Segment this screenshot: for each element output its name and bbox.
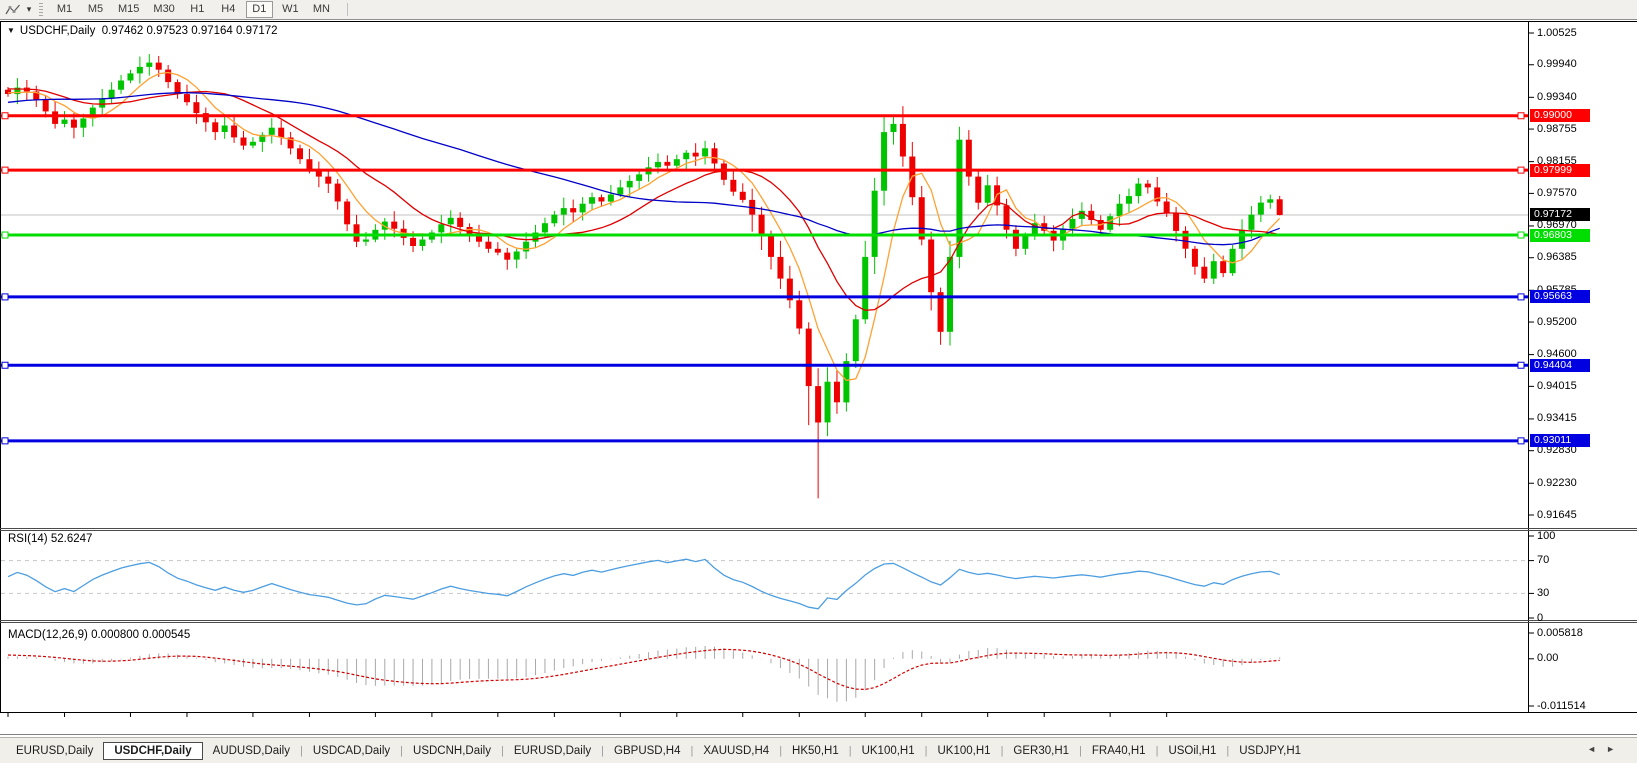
rsi-axis-label: 100	[1537, 529, 1556, 542]
price-line-badge: 0.95663	[1530, 290, 1590, 304]
chart-tab-fra40-h1[interactable]: FRA40,H1	[1082, 742, 1156, 760]
rsi-line	[7, 558, 1280, 610]
timeframe-button-m30[interactable]: M30	[148, 1, 179, 18]
hline-handle[interactable]	[1, 437, 9, 445]
chart-tab-ger30-h1[interactable]: GER30,H1	[1003, 742, 1079, 760]
chart-title: ▼ USDCHF,Daily 0.97462 0.97523 0.97164 0.…	[7, 25, 278, 37]
macd-histogram	[7, 646, 1281, 702]
price-axis-label: 0.98755	[1537, 122, 1577, 135]
timeframe-button-m15[interactable]: M15	[113, 1, 144, 18]
timeframe-button-m1[interactable]: M1	[51, 1, 78, 18]
macd-values: 0.000800 0.000545	[91, 629, 191, 641]
macd-axis-label: -0.011514	[1537, 699, 1586, 712]
timeframe-button-mn[interactable]: MN	[308, 1, 335, 18]
chart-tab-usdcad-daily[interactable]: USDCAD,Daily	[303, 742, 400, 760]
chart-tab-gbpusd-h4[interactable]: GBPUSD,H4	[604, 742, 690, 760]
timeframe-button-h4[interactable]: H4	[215, 1, 242, 18]
timeframe-button-d1[interactable]: D1	[245, 1, 273, 18]
price-axis-label: 0.94015	[1537, 379, 1577, 392]
hline-handle[interactable]	[1517, 231, 1525, 239]
hline-handle[interactable]	[1, 166, 9, 174]
hline-handle[interactable]	[1, 112, 9, 120]
hline-handle[interactable]	[1, 293, 9, 301]
timeframe-button-m5[interactable]: M5	[82, 1, 109, 18]
tab-scroll-left-icon[interactable]: ◄	[1587, 744, 1606, 754]
price-axis-label: 1.00525	[1537, 26, 1577, 39]
price-axis-label: 0.95200	[1537, 315, 1577, 328]
tab-scroll-right-icon[interactable]: ►	[1606, 744, 1625, 754]
price-axis-label: 0.92230	[1537, 476, 1577, 489]
price-line-badge: 0.96803	[1530, 228, 1590, 242]
hline-handle[interactable]	[1517, 437, 1525, 445]
price-axis-label: 0.91645	[1537, 508, 1577, 521]
hline-handle[interactable]	[1517, 361, 1525, 369]
hline-handle[interactable]	[1517, 112, 1525, 120]
rsi-value: 52.6247	[50, 533, 93, 545]
chart-menu-icon[interactable]: ▼	[7, 26, 15, 35]
chart-tab-uk100-h1[interactable]: UK100,H1	[928, 742, 1001, 760]
current-price-badge: 0.97172	[1530, 208, 1590, 222]
toolbar-separator	[346, 3, 348, 16]
timeframe-buttons: M1 M5 M15 M30 H1 H4 D1 W1 MN	[49, 1, 337, 18]
chart-symbol-label: USDCHF,Daily	[19, 25, 96, 37]
hline-handle[interactable]	[1, 361, 9, 369]
price-axis-label: 0.99340	[1537, 90, 1577, 103]
price-line-badge: 0.97999	[1530, 163, 1590, 177]
chart-tab-usdcnh-daily[interactable]: USDCNH,Daily	[403, 742, 501, 760]
chart-tab-xauusd-h4[interactable]: XAUUSD,H4	[693, 742, 779, 760]
ma-fast-line	[7, 71, 1281, 382]
dropdown-caret-icon[interactable]: ▾	[23, 4, 35, 15]
chart-plot-area[interactable]	[0, 0, 1637, 763]
rsi-axis-label: 70	[1537, 554, 1550, 567]
price-line-badge: 0.94404	[1530, 358, 1590, 372]
toolbar-grip[interactable]	[39, 3, 43, 16]
chart-tab-bar: EURUSD,Daily USDCHF,Daily AUDUSD,Daily | USD…	[0, 737, 1637, 763]
chart-ohlc-values: 0.97462 0.97523 0.97164 0.97172	[101, 25, 278, 37]
rsi-indicator-label: RSI(14) 52.6247	[8, 533, 93, 545]
chart-tab-usdjpy-h1[interactable]: USDJPY,H1	[1229, 742, 1311, 760]
candles-layer	[5, 54, 1283, 499]
price-line-badge: 0.99000	[1530, 109, 1590, 123]
rsi-axis-label: 30	[1537, 586, 1550, 599]
macd-axis-label: 0.00	[1537, 652, 1559, 665]
macd-signal-line	[7, 648, 1280, 691]
timeframe-button-h1[interactable]: H1	[184, 1, 211, 18]
price-axis-label: 0.99940	[1537, 58, 1577, 71]
hline-handle[interactable]	[1, 231, 9, 239]
line-studies-icon[interactable]	[3, 2, 23, 17]
chart-tab-audusd-daily[interactable]: AUDUSD,Daily	[203, 742, 300, 760]
price-axis-label: 0.96385	[1537, 251, 1577, 264]
chart-tab-uk100-h1[interactable]: UK100,H1	[852, 742, 925, 760]
price-axis-label: 0.93415	[1537, 412, 1577, 425]
macd-indicator-label: MACD(12,26,9) 0.000800 0.000545	[8, 629, 191, 641]
price-line-badge: 0.93011	[1530, 434, 1590, 448]
hline-handle[interactable]	[1517, 293, 1525, 301]
chart-tab-usoil-h1[interactable]: USOil,H1	[1158, 742, 1226, 760]
toolbar: ▾ M1 M5 M15 M30 H1 H4 D1 W1 MN	[0, 0, 1637, 20]
macd-axis-label: 0.005818	[1537, 626, 1583, 639]
chart-tab-eurusd-daily[interactable]: EURUSD,Daily	[504, 742, 601, 760]
chart-tab-eurusd-daily[interactable]: EURUSD,Daily	[6, 742, 103, 760]
chart-tab-hk50-h1[interactable]: HK50,H1	[782, 742, 849, 760]
timeframe-button-w1[interactable]: W1	[277, 1, 304, 18]
mt4-window: ▾ M1 M5 M15 M30 H1 H4 D1 W1 MN ▼ USDCHF,Daily 0.9…	[0, 0, 1637, 763]
price-axis-label: 0.97570	[1537, 186, 1577, 199]
hline-handle[interactable]	[1517, 166, 1525, 174]
rsi-axis-label: 0	[1537, 611, 1544, 624]
chart-tab-usdchf-daily[interactable]: USDCHF,Daily	[103, 742, 203, 760]
